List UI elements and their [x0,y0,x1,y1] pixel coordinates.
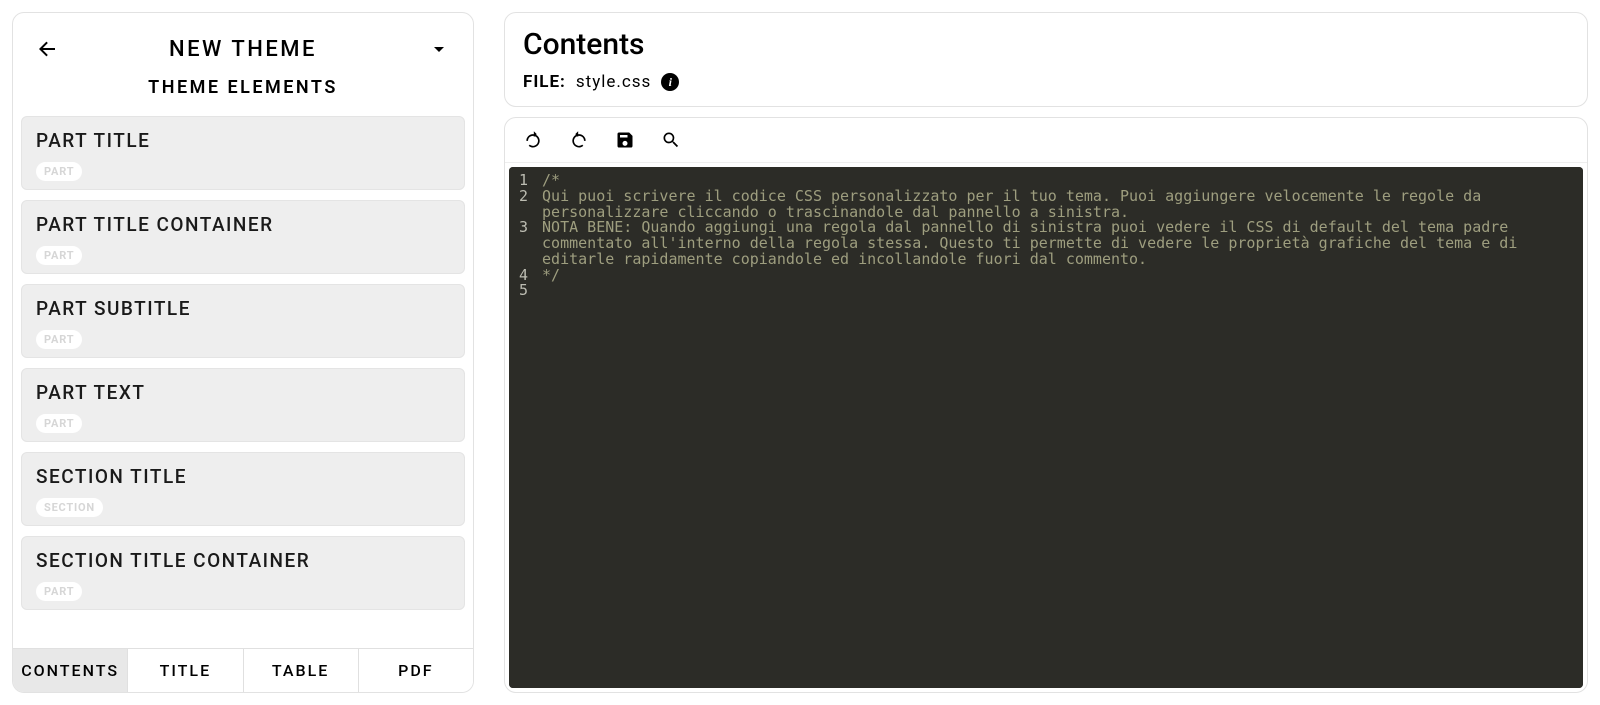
undo-button[interactable] [519,126,547,154]
elements-list: PART TITLEPARTPART TITLE CONTAINERPARTPA… [13,116,473,648]
tab-table[interactable]: TABLE [244,649,359,692]
save-icon [615,130,635,150]
chevron-down-icon [427,37,451,61]
sidebar-subtitle: THEME ELEMENTS [13,77,473,116]
element-badge: SECTION [36,498,103,517]
element-card[interactable]: SECTION TITLE SECTION [21,452,465,526]
file-name: style.css [576,72,651,92]
main-title: Contents [523,27,1569,62]
element-card[interactable]: SECTION TITLE CONTAINER PART [21,536,465,610]
file-label: FILE: [523,72,566,92]
element-title: PART TEXT [36,381,450,404]
editor-code[interactable]: /*Qui puoi scrivere il codice CSS person… [534,167,1583,688]
element-title: PART TITLE [36,129,450,152]
search-button[interactable] [657,126,685,154]
undo-icon [523,130,543,150]
search-icon [661,130,681,150]
code-line: Qui puoi scrivere il codice CSS personal… [542,189,1575,221]
element-badge: PART [36,330,82,349]
tab-title[interactable]: TITLE [128,649,243,692]
code-line [542,283,1575,299]
element-title: PART SUBTITLE [36,297,450,320]
redo-button[interactable] [565,126,593,154]
element-badge: PART [36,414,82,433]
info-icon[interactable]: i [661,73,679,91]
sidebar-panel: NEW THEME THEME ELEMENTS PART TITLEPARTP… [12,12,474,693]
main-header: Contents FILE: style.css i [504,12,1588,107]
element-badge: PART [36,582,82,601]
editor-card: 1 2 3 4 5 /*Qui puoi scrivere il codice … [504,117,1588,693]
element-card[interactable]: PART TITLE CONTAINER PART [21,200,465,274]
element-badge: PART [36,246,82,265]
sidebar-tabs: CONTENTSTITLETABLEPDF [13,648,473,692]
sidebar-title: NEW THEME [169,37,317,62]
tab-pdf[interactable]: PDF [359,649,473,692]
code-editor[interactable]: 1 2 3 4 5 /*Qui puoi scrivere il codice … [509,167,1583,688]
code-line: */ [542,268,1575,284]
main-panel: Contents FILE: style.css i 1 2 3 4 5 /*Q [504,12,1588,693]
redo-icon [569,130,589,150]
tab-contents[interactable]: CONTENTS [13,649,128,692]
element-title: SECTION TITLE CONTAINER [36,549,450,572]
theme-dropdown-toggle[interactable] [423,33,455,65]
element-card[interactable]: PART TEXT PART [21,368,465,442]
code-line: NOTA BENE: Quando aggiungi una regola da… [542,220,1575,267]
element-title: PART TITLE CONTAINER [36,213,450,236]
back-button[interactable] [31,33,63,65]
sidebar-header: NEW THEME [13,13,473,77]
element-badge: PART [36,162,82,181]
element-card[interactable]: PART TITLE PART [21,116,465,190]
element-card[interactable]: PART SUBTITLE PART [21,284,465,358]
element-title: SECTION TITLE [36,465,450,488]
editor-gutter: 1 2 3 4 5 [509,167,534,688]
editor-toolbar [505,118,1587,163]
file-row: FILE: style.css i [523,72,1569,92]
save-button[interactable] [611,126,639,154]
arrow-left-icon [35,37,59,61]
